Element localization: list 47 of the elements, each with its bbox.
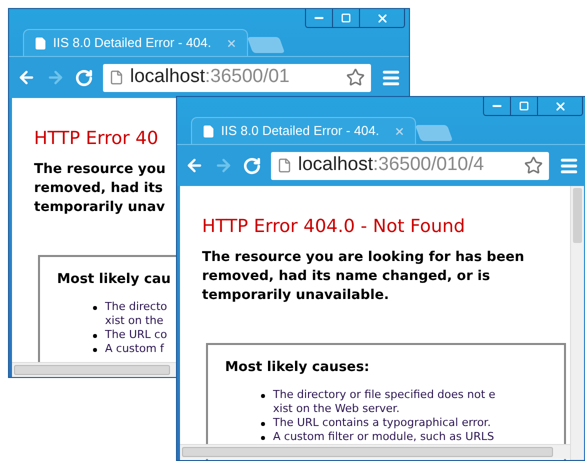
reload-icon[interactable] <box>75 68 93 86</box>
bullet-icon <box>261 422 265 426</box>
menu-icon[interactable] <box>381 68 401 88</box>
cause-text: The URL co <box>105 328 168 342</box>
page-icon <box>109 70 124 85</box>
url-text: localhost:36500/010/4 <box>298 153 485 178</box>
url-text: localhost:36500/01 <box>130 65 291 90</box>
forward-icon[interactable] <box>46 68 65 87</box>
close-tab-icon <box>226 38 237 48</box>
bullet-icon <box>261 394 265 398</box>
back-icon[interactable] <box>185 156 204 175</box>
new-tab-button[interactable] <box>415 125 453 141</box>
page-icon <box>34 36 47 50</box>
reload-icon[interactable] <box>243 156 261 174</box>
star-icon[interactable] <box>346 68 365 87</box>
star-icon[interactable] <box>524 156 543 175</box>
menu-icon[interactable] <box>559 156 579 176</box>
maximize-icon <box>341 13 351 23</box>
page-icon <box>202 124 215 138</box>
bullet-icon <box>93 348 97 352</box>
forward-icon[interactable] <box>214 156 233 175</box>
causes-title: Most likely cau <box>57 270 171 289</box>
cause-text: The URL contains a typographical error. <box>273 416 491 430</box>
maximize-icon <box>519 101 529 111</box>
close-tab-icon <box>394 126 405 136</box>
vertical-scrollbar[interactable] <box>570 186 584 460</box>
causes-title: Most likely causes: <box>225 358 370 377</box>
new-tab-button[interactable] <box>247 37 285 53</box>
error-message: The resource you are looking for has been removed, had its name changed, or is temporarily unavailable. <box>202 248 524 305</box>
horizontal-scrollbar[interactable] <box>12 362 176 377</box>
error-message: The resource you removed, had its temporarily unav <box>34 160 166 217</box>
page-icon <box>277 158 292 173</box>
cause-text: The directory or file specified does not e xist on the Web server. <box>273 388 496 416</box>
close-icon <box>554 100 566 112</box>
cause-text: A custom filter or module, such as URLS <box>273 430 494 444</box>
address-bar[interactable]: localhost:36500/01 <box>103 64 371 92</box>
address-bar[interactable]: localhost:36500/010/4 <box>271 152 549 180</box>
bullet-icon <box>261 436 265 440</box>
close-icon <box>376 12 388 24</box>
error-heading: HTTP Error 404.0 - Not Found <box>202 215 466 239</box>
horizontal-scrollbar[interactable] <box>180 444 570 459</box>
bullet-icon <box>93 334 97 338</box>
error-heading: HTTP Error 40 <box>34 127 158 151</box>
cause-text: A custom f <box>105 342 164 356</box>
back-icon[interactable] <box>17 68 36 87</box>
bullet-icon <box>93 306 97 310</box>
cause-text: The directo xist on the <box>105 300 168 328</box>
